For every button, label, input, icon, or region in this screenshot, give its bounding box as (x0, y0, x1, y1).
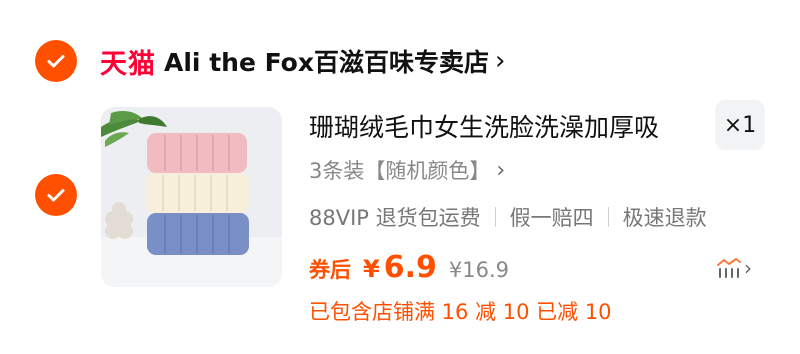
check-icon (47, 55, 65, 68)
towel-stack-image (101, 107, 282, 287)
item-select-checkbox[interactable] (35, 174, 77, 216)
check-icon (47, 189, 65, 202)
chevron-right-icon[interactable]: › (495, 46, 505, 76)
final-price: 6.9 (383, 250, 437, 285)
store-name[interactable]: Ali the Fox百滋百味专卖店 (164, 43, 489, 79)
promo-discount-text: 已包含店铺满 16 减 10 已减 10 (309, 300, 612, 324)
product-thumbnail[interactable] (101, 107, 282, 287)
original-price: ¥16.9 (448, 258, 509, 282)
divider (607, 207, 609, 227)
sku-label: 3条装【随机颜色】 (309, 159, 491, 183)
sku-selector[interactable]: 3条装【随机颜色】 › (309, 156, 505, 184)
service-tags: 88VIP 退货包运费 假一赔四 极速退款 (309, 203, 707, 231)
chevron-right-icon: › (496, 157, 506, 183)
store-header[interactable]: 天猫 Ali the Fox百滋百味专卖店 › (100, 40, 505, 82)
tmall-logo: 天猫 (100, 48, 156, 80)
quantity-badge[interactable]: ×1 (715, 100, 765, 150)
product-title[interactable]: 珊瑚绒毛巾女生洗脸洗澡加厚吸 (309, 108, 659, 144)
coupon-price-label: 券后 (309, 258, 351, 282)
price-trend-icon (717, 258, 741, 278)
chevron-right-icon: › (744, 256, 752, 280)
service-tag: 极速退款 (622, 206, 707, 230)
price-row: 券后 ¥ 6.9 ¥16.9 (309, 250, 509, 290)
divider (494, 207, 496, 227)
currency-symbol: ¥ (363, 255, 380, 283)
service-tag: 88VIP 退货包运费 (309, 206, 481, 230)
price-trend-button[interactable]: › (716, 256, 752, 280)
store-select-checkbox[interactable] (35, 40, 77, 82)
service-tag: 假一赔四 (509, 206, 594, 230)
